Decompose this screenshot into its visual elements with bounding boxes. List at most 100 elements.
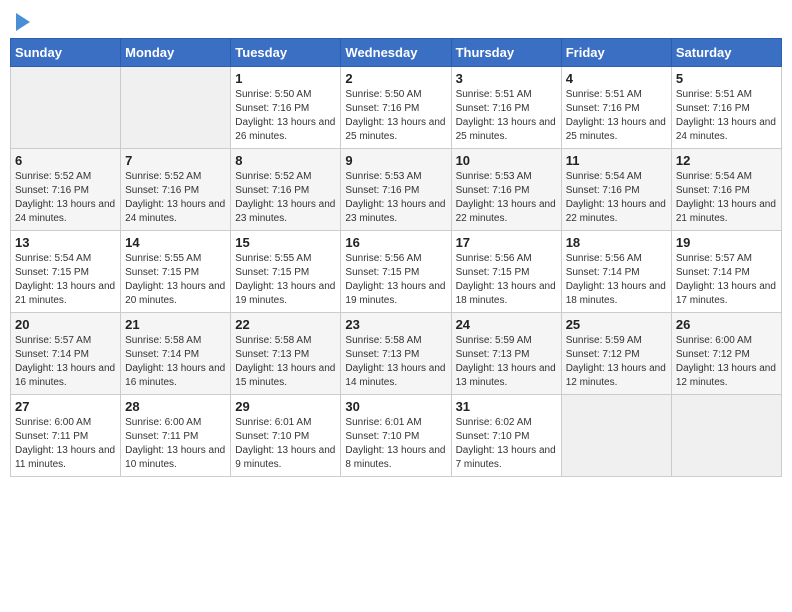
day-info: Sunrise: 5:51 AM Sunset: 7:16 PM Dayligh… (456, 88, 557, 144)
day-number: 2 (345, 71, 446, 86)
day-cell: 11 Sunrise: 5:54 AM Sunset: 7:16 PM Dayli… (561, 149, 671, 231)
day-info: Sunrise: 6:01 AM Sunset: 7:10 PM Dayligh… (345, 416, 446, 472)
day-number: 16 (345, 235, 446, 250)
day-info: Sunrise: 5:54 AM Sunset: 7:15 PM Dayligh… (15, 252, 116, 308)
column-header-tuesday: Tuesday (231, 39, 341, 67)
day-number: 5 (676, 71, 777, 86)
day-cell: 29Sunrise: 6:01 AM Sunset: 7:10 PM Dayli… (231, 395, 341, 477)
day-info: Sunrise: 5:55 AM Sunset: 7:15 PM Dayligh… (125, 252, 226, 308)
day-info: Sunrise: 5:58 AM Sunset: 7:13 PM Dayligh… (345, 334, 446, 390)
day-info: Sunrise: 5:50 AM Sunset: 7:16 PM Dayligh… (345, 88, 446, 144)
column-header-thursday: Thursday (451, 39, 561, 67)
day-cell: 7 Sunrise: 5:52 AM Sunset: 7:16 PM Daylig… (121, 149, 231, 231)
day-number: 23 (345, 317, 446, 332)
day-cell: 26Sunrise: 6:00 AM Sunset: 7:12 PM Dayli… (671, 313, 781, 395)
column-header-friday: Friday (561, 39, 671, 67)
day-info: Sunrise: 5:53 AM Sunset: 7:16 PM Dayligh… (345, 170, 446, 226)
day-cell: 31 Sunrise: 6:02 AM Sunset: 7:10 PM Dayli… (451, 395, 561, 477)
day-cell: 23 Sunrise: 5:58 AM Sunset: 7:13 PM Dayli… (341, 313, 451, 395)
day-info: Sunrise: 5:52 AM Sunset: 7:16 PM Dayligh… (125, 170, 226, 226)
day-cell: 28Sunrise: 6:00 AM Sunset: 7:11 PM Dayli… (121, 395, 231, 477)
day-number: 18 (566, 235, 667, 250)
calendar-header-row: SundayMondayTuesdayWednesdayThursdayFrid… (11, 39, 782, 67)
week-row-3: 13 Sunrise: 5:54 AM Sunset: 7:15 PM Dayli… (11, 231, 782, 313)
day-cell: 1Sunrise: 5:50 AM Sunset: 7:16 PM Daylig… (231, 67, 341, 149)
day-cell: 18 Sunrise: 5:56 AM Sunset: 7:14 PM Dayli… (561, 231, 671, 313)
day-info: Sunrise: 5:58 AM Sunset: 7:14 PM Dayligh… (125, 334, 226, 390)
day-number: 8 (235, 153, 336, 168)
logo-arrow (16, 13, 30, 31)
day-info: Sunrise: 5:54 AM Sunset: 7:16 PM Dayligh… (676, 170, 777, 226)
column-header-wednesday: Wednesday (341, 39, 451, 67)
week-row-1: 1Sunrise: 5:50 AM Sunset: 7:16 PM Daylig… (11, 67, 782, 149)
day-cell (121, 67, 231, 149)
day-info: Sunrise: 6:02 AM Sunset: 7:10 PM Dayligh… (456, 416, 557, 472)
day-number: 31 (456, 399, 557, 414)
day-cell: 15 Sunrise: 5:55 AM Sunset: 7:15 PM Dayli… (231, 231, 341, 313)
day-cell: 24 Sunrise: 5:59 AM Sunset: 7:13 PM Dayli… (451, 313, 561, 395)
day-info: Sunrise: 5:55 AM Sunset: 7:15 PM Dayligh… (235, 252, 336, 308)
day-info: Sunrise: 5:52 AM Sunset: 7:16 PM Dayligh… (235, 170, 336, 226)
day-cell: 10 Sunrise: 5:53 AM Sunset: 7:16 PM Dayli… (451, 149, 561, 231)
week-row-4: 20 Sunrise: 5:57 AM Sunset: 7:14 PM Dayli… (11, 313, 782, 395)
day-info: Sunrise: 5:59 AM Sunset: 7:12 PM Dayligh… (566, 334, 667, 390)
day-cell: 22 Sunrise: 5:58 AM Sunset: 7:13 PM Dayli… (231, 313, 341, 395)
day-info: Sunrise: 5:58 AM Sunset: 7:13 PM Dayligh… (235, 334, 336, 390)
page-header (10, 10, 782, 30)
day-cell: 3Sunrise: 5:51 AM Sunset: 7:16 PM Daylig… (451, 67, 561, 149)
calendar-table: SundayMondayTuesdayWednesdayThursdayFrid… (10, 38, 782, 477)
day-cell: 19Sunrise: 5:57 AM Sunset: 7:14 PM Dayli… (671, 231, 781, 313)
day-info: Sunrise: 5:54 AM Sunset: 7:16 PM Dayligh… (566, 170, 667, 226)
day-cell: 8 Sunrise: 5:52 AM Sunset: 7:16 PM Daylig… (231, 149, 341, 231)
day-cell: 21 Sunrise: 5:58 AM Sunset: 7:14 PM Dayli… (121, 313, 231, 395)
day-cell (671, 395, 781, 477)
day-cell: 16 Sunrise: 5:56 AM Sunset: 7:15 PM Dayli… (341, 231, 451, 313)
day-cell: 5Sunrise: 5:51 AM Sunset: 7:16 PM Daylig… (671, 67, 781, 149)
day-cell: 25 Sunrise: 5:59 AM Sunset: 7:12 PM Dayli… (561, 313, 671, 395)
day-info: Sunrise: 5:52 AM Sunset: 7:16 PM Dayligh… (15, 170, 116, 226)
day-info: Sunrise: 6:00 AM Sunset: 7:11 PM Dayligh… (15, 416, 116, 472)
day-cell: 14 Sunrise: 5:55 AM Sunset: 7:15 PM Dayli… (121, 231, 231, 313)
day-number: 30 (345, 399, 446, 414)
day-cell: 27Sunrise: 6:00 AM Sunset: 7:11 PM Dayli… (11, 395, 121, 477)
day-cell (561, 395, 671, 477)
day-cell: 30 Sunrise: 6:01 AM Sunset: 7:10 PM Dayli… (341, 395, 451, 477)
day-number: 14 (125, 235, 226, 250)
day-cell: 6Sunrise: 5:52 AM Sunset: 7:16 PM Daylig… (11, 149, 121, 231)
day-info: Sunrise: 5:59 AM Sunset: 7:13 PM Dayligh… (456, 334, 557, 390)
day-number: 25 (566, 317, 667, 332)
day-number: 13 (15, 235, 116, 250)
day-cell: 2 Sunrise: 5:50 AM Sunset: 7:16 PM Daylig… (341, 67, 451, 149)
day-number: 21 (125, 317, 226, 332)
day-info: Sunrise: 5:57 AM Sunset: 7:14 PM Dayligh… (15, 334, 116, 390)
column-header-saturday: Saturday (671, 39, 781, 67)
day-number: 12 (676, 153, 777, 168)
day-number: 17 (456, 235, 557, 250)
day-info: Sunrise: 5:53 AM Sunset: 7:16 PM Dayligh… (456, 170, 557, 226)
day-number: 19 (676, 235, 777, 250)
day-cell: 4 Sunrise: 5:51 AM Sunset: 7:16 PM Daylig… (561, 67, 671, 149)
week-row-5: 27Sunrise: 6:00 AM Sunset: 7:11 PM Dayli… (11, 395, 782, 477)
day-cell (11, 67, 121, 149)
day-info: Sunrise: 5:51 AM Sunset: 7:16 PM Dayligh… (566, 88, 667, 144)
day-info: Sunrise: 5:56 AM Sunset: 7:14 PM Dayligh… (566, 252, 667, 308)
day-info: Sunrise: 6:00 AM Sunset: 7:11 PM Dayligh… (125, 416, 226, 472)
day-info: Sunrise: 5:56 AM Sunset: 7:15 PM Dayligh… (456, 252, 557, 308)
day-number: 15 (235, 235, 336, 250)
day-number: 4 (566, 71, 667, 86)
day-cell: 20 Sunrise: 5:57 AM Sunset: 7:14 PM Dayli… (11, 313, 121, 395)
day-number: 11 (566, 153, 667, 168)
day-number: 7 (125, 153, 226, 168)
day-cell: 12 Sunrise: 5:54 AM Sunset: 7:16 PM Dayli… (671, 149, 781, 231)
day-cell: 13 Sunrise: 5:54 AM Sunset: 7:15 PM Dayli… (11, 231, 121, 313)
day-number: 20 (15, 317, 116, 332)
day-number: 22 (235, 317, 336, 332)
day-number: 29 (235, 399, 336, 414)
day-number: 9 (345, 153, 446, 168)
day-number: 24 (456, 317, 557, 332)
day-info: Sunrise: 5:56 AM Sunset: 7:15 PM Dayligh… (345, 252, 446, 308)
day-number: 10 (456, 153, 557, 168)
day-cell: 9 Sunrise: 5:53 AM Sunset: 7:16 PM Daylig… (341, 149, 451, 231)
day-cell: 17 Sunrise: 5:56 AM Sunset: 7:15 PM Dayli… (451, 231, 561, 313)
day-number: 26 (676, 317, 777, 332)
